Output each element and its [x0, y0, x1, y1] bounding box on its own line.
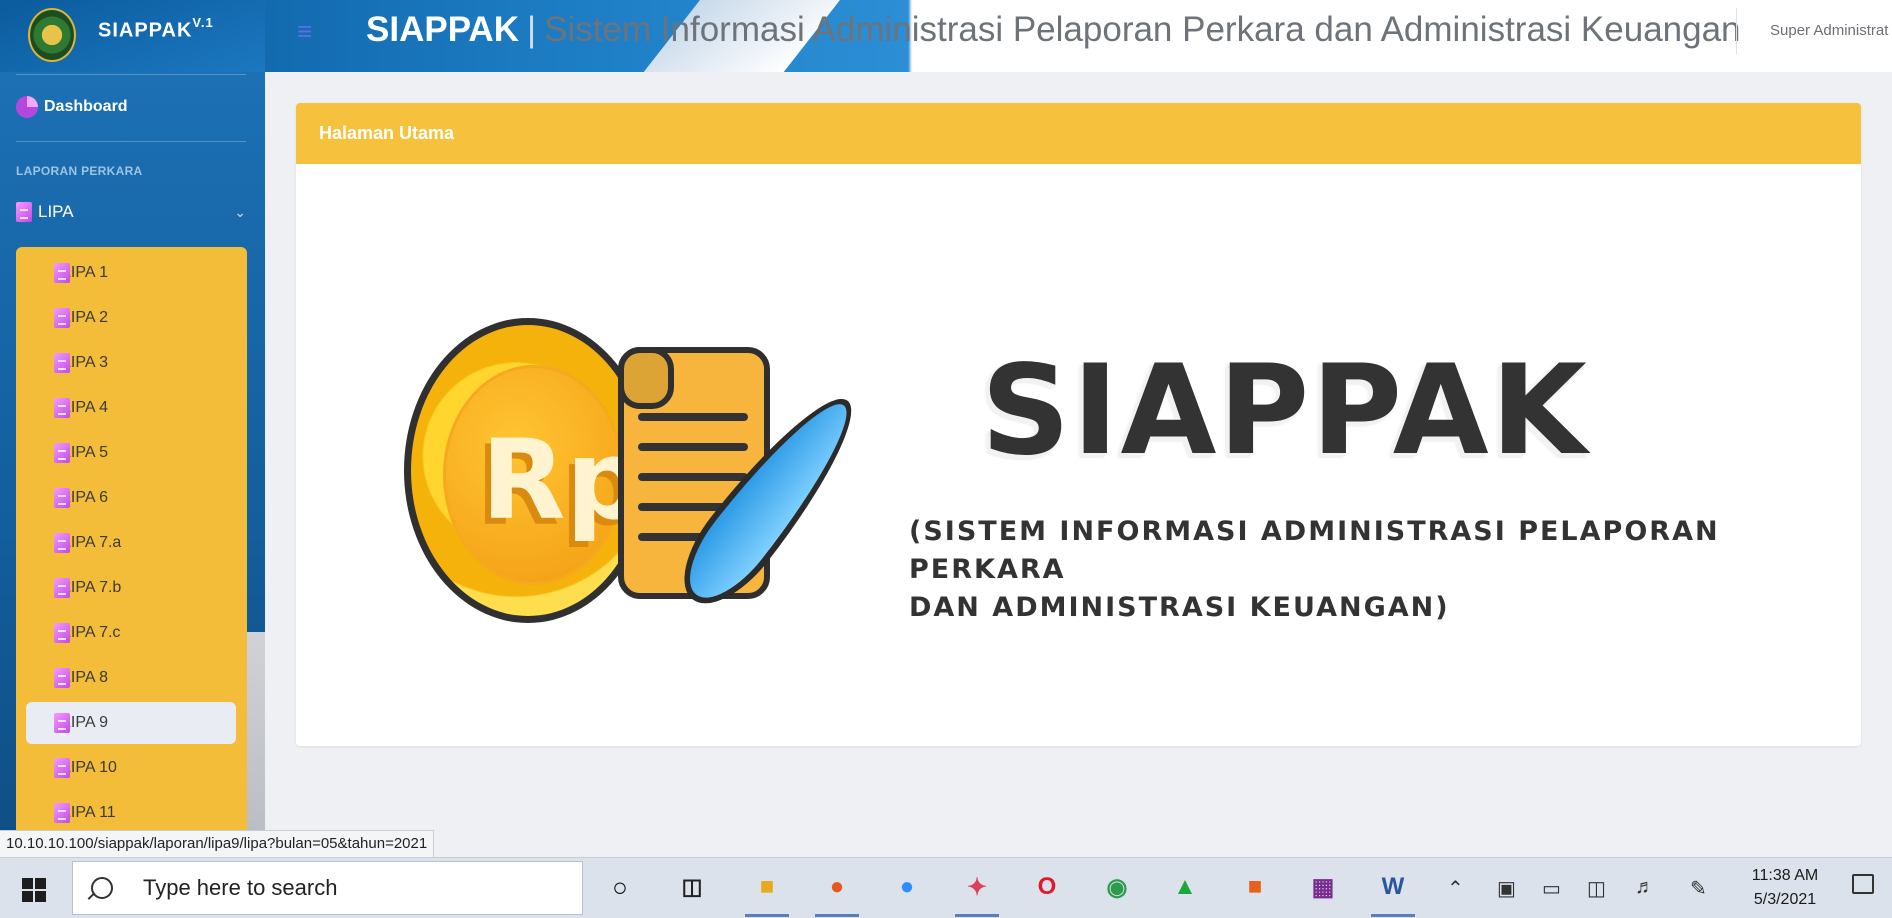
opera-icon[interactable]: O: [1030, 870, 1064, 904]
document-icon: [48, 398, 70, 418]
pen-icon[interactable]: ✎: [1690, 876, 1707, 901]
snipping-tool-icon[interactable]: ✦: [960, 870, 994, 904]
submenu-item-lipa-5[interactable]: LIPA 5: [26, 432, 236, 474]
submenu-item-label: LIPA 7.c: [62, 624, 121, 641]
brand-version: V.1: [192, 15, 214, 30]
submenu-item-lipa-10[interactable]: LIPA 10: [26, 747, 236, 789]
navbar-divider: [1736, 8, 1737, 54]
divider: [16, 141, 246, 142]
lipa-submenu: LIPA 1 LIPA 2 LIPA 3 LIPA 4 LIPA 5 LIPA …: [16, 247, 247, 832]
submenu-item-lipa-7b[interactable]: LIPA 7.b: [26, 567, 236, 609]
foxit-reader-icon[interactable]: ■: [1238, 870, 1272, 904]
sidebar-group-label: LIPA: [38, 202, 74, 221]
submenu-item-label: LIPA 7.a: [62, 534, 122, 551]
top-navbar: SIAPPAKV.1 ≡ SIAPPAK | Sistem Informasi Ad…: [0, 0, 1892, 72]
network-icon[interactable]: ◫: [1587, 876, 1606, 901]
document-icon: [48, 488, 70, 508]
clock-time: 11:38 AM: [1751, 867, 1819, 884]
pie-chart-icon: [16, 96, 38, 118]
submenu-item-lipa-7a[interactable]: LIPA 7.a: [26, 522, 236, 564]
document-icon: [48, 263, 70, 283]
submenu-item-lipa-7c[interactable]: LIPA 7.c: [26, 612, 236, 654]
sidebar-group-lipa[interactable]: LIPA ⌄: [10, 202, 246, 222]
system-clock[interactable]: 11:38 AM 5/3/2021: [1745, 864, 1825, 912]
brand-name: SIAPPAKV.1: [98, 15, 214, 43]
siappak-logo-banner: Rp SIAPPAK (Sistem Informasi Administras…: [296, 164, 1861, 746]
brand[interactable]: SIAPPAKV.1: [0, 0, 265, 72]
document-icon: [10, 202, 32, 222]
brand-text: SIAPPAK: [98, 19, 193, 42]
windows-taskbar: Type here to search ○ ◫ ■ ● ● ✦ O ◉ ▲ ■ …: [0, 857, 1892, 918]
logo-subtitle-line-1: (Sistem Informasi Administrasi Pelaporan…: [909, 516, 1720, 585]
chevron-down-icon: ⌄: [234, 203, 246, 220]
user-menu[interactable]: Super Administrat: [1770, 22, 1888, 39]
scroll-curl: [618, 347, 674, 409]
app-triangle-icon[interactable]: ▲: [1168, 870, 1202, 904]
submenu-item-lipa-8[interactable]: LIPA 8: [26, 657, 236, 699]
document-icon: [48, 533, 70, 553]
logo-subtitle-line-2: dan Administrasi Keuangan): [909, 592, 1450, 623]
page-title: SIAPPAK | Sistem Informasi Administrasi Pe…: [366, 10, 1741, 50]
sidebar-item-dashboard[interactable]: Dashboard: [16, 96, 128, 118]
file-explorer-icon[interactable]: ■: [750, 870, 784, 904]
submenu-item-lipa-4[interactable]: LIPA 4: [26, 387, 236, 429]
cortana-icon[interactable]: ○: [603, 870, 637, 904]
document-icon: [48, 713, 70, 733]
submenu-item-label: LIPA 11: [62, 804, 116, 821]
hamburger-menu-icon[interactable]: ≡: [297, 18, 312, 44]
sidebar: Dashboard LAPORAN PERKARA LIPA ⌄ LIPA 1 …: [0, 72, 265, 832]
meet-now-icon[interactable]: ▣: [1497, 876, 1516, 901]
submenu-item-lipa-2[interactable]: LIPA 2: [26, 297, 236, 339]
task-view-icon[interactable]: ◫: [675, 870, 709, 904]
volume-icon[interactable]: ♬: [1635, 876, 1655, 899]
document-icon: [48, 353, 70, 373]
chevron-up-icon[interactable]: ⌃: [1447, 876, 1464, 901]
windows-start-icon[interactable]: [22, 878, 46, 902]
document-icon: [48, 308, 70, 328]
submenu-item-lipa-9[interactable]: LIPA 9: [26, 702, 236, 744]
winrar-icon[interactable]: ▦: [1306, 870, 1340, 904]
court-logo-icon: [28, 8, 76, 62]
submenu-item-lipa-6[interactable]: LIPA 6: [26, 477, 236, 519]
firefox-icon[interactable]: ●: [820, 870, 854, 904]
link-status-url: 10.10.10.100/siappak/laporan/lipa9/lipa?…: [0, 830, 435, 858]
divider: [16, 74, 246, 75]
word-icon[interactable]: W: [1376, 870, 1410, 904]
logo-title: SIAPPAK: [981, 339, 1589, 483]
submenu-item-lipa-11[interactable]: LIPA 11: [26, 792, 236, 832]
chrome-icon[interactable]: ◉: [1100, 870, 1134, 904]
notification-icon[interactable]: [1852, 874, 1874, 894]
submenu-item-lipa-3[interactable]: LIPA 3: [26, 342, 236, 384]
title-separator: |: [527, 10, 537, 49]
main-card: Halaman Utama Rp SIAPPAK (Sistem Informa…: [296, 103, 1861, 746]
submenu-item-label: LIPA 7.b: [62, 579, 122, 596]
title-description: Sistem Informasi Administrasi Pelaporan …: [544, 10, 1741, 49]
title-app-name: SIAPPAK: [366, 10, 519, 49]
document-icon: [48, 668, 70, 688]
search-icon: [91, 877, 113, 899]
submenu-item-label: LIPA 10: [62, 759, 117, 776]
battery-icon[interactable]: ▭: [1542, 876, 1561, 901]
sidebar-heading: LAPORAN PERKARA: [16, 164, 143, 178]
zoom-icon[interactable]: ●: [890, 870, 924, 904]
card-header: Halaman Utama: [296, 103, 1861, 164]
document-icon: [48, 758, 70, 778]
sidebar-item-label: Dashboard: [44, 98, 128, 115]
logo-subtitle: (Sistem Informasi Administrasi Pelaporan…: [909, 513, 1839, 627]
submenu-item-lipa-1[interactable]: LIPA 1: [26, 252, 236, 294]
taskbar-search-input[interactable]: Type here to search: [72, 861, 583, 915]
document-icon: [48, 803, 70, 823]
rupiah-coin-icon: Rp: [404, 318, 652, 623]
clock-date: 5/3/2021: [1753, 891, 1817, 908]
document-icon: [48, 623, 70, 643]
document-icon: [48, 443, 70, 463]
search-placeholder: Type here to search: [143, 875, 338, 900]
document-icon: [48, 578, 70, 598]
